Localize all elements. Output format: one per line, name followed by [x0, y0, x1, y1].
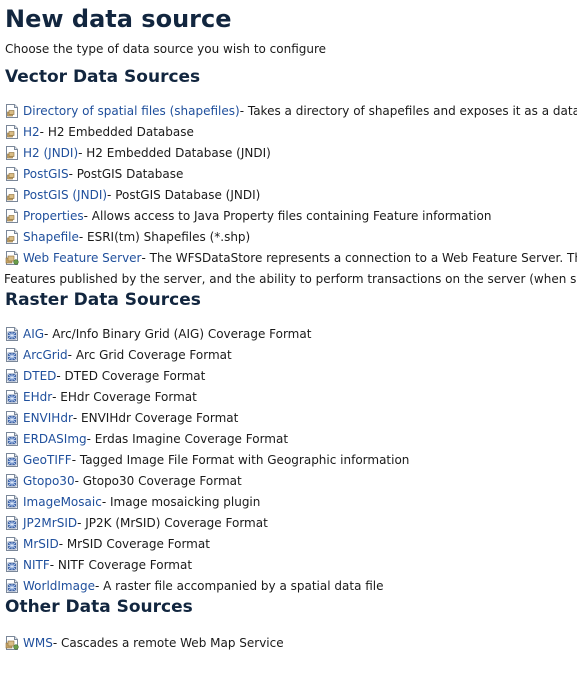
- raster-format-icon: [5, 494, 19, 509]
- raster-format-icon: [5, 347, 19, 362]
- source-description: - EHdr Coverage Format: [52, 389, 197, 404]
- other-sources-list: WMS - Cascades a remote Web Map Service: [5, 632, 577, 653]
- source-description: - ESRI(tm) Shapefiles (*.shp): [78, 229, 251, 244]
- list-item: H2 (JNDI) - H2 Embedded Database (JNDI): [5, 142, 577, 163]
- raster-sources-list: AIG - Arc/Info Binary Grid (AIG) Coverag…: [5, 323, 577, 596]
- vector-store-icon: [5, 208, 19, 223]
- source-description: - DTED Coverage Format: [56, 368, 206, 383]
- source-link-imagemosaic[interactable]: ImageMosaic: [23, 494, 102, 510]
- source-link-aig[interactable]: AIG: [23, 326, 44, 342]
- source-description: - Arc Grid Coverage Format: [67, 347, 232, 362]
- source-link-shapefile[interactable]: Shapefile: [23, 229, 79, 245]
- source-link-gtopo30[interactable]: Gtopo30: [23, 473, 75, 489]
- source-description: - PostGIS Database: [68, 166, 184, 181]
- raster-format-icon: [5, 473, 19, 488]
- raster-format-icon: [5, 515, 19, 530]
- source-link-worldimage[interactable]: WorldImage: [23, 578, 95, 594]
- list-item: DTED - DTED Coverage Format: [5, 365, 577, 386]
- source-description: - Image mosaicking plugin: [101, 494, 261, 509]
- vector-sources-list: Directory of spatial files (shapefiles) …: [4, 100, 577, 289]
- vector-store-icon: [5, 187, 19, 202]
- source-link-h2-jndi[interactable]: H2 (JNDI): [23, 145, 78, 161]
- source-link-ehdr[interactable]: EHdr: [23, 389, 52, 405]
- source-link-jp2mrsid[interactable]: JP2MrSID: [23, 515, 77, 531]
- vector-sources-heading: Vector Data Sources: [5, 67, 201, 87]
- vector-store-icon: [5, 145, 19, 160]
- raster-format-icon: [5, 410, 19, 425]
- source-description: - Gtopo30 Coverage Format: [74, 473, 242, 488]
- list-item: ENVIHdr - ENVIHdr Coverage Format: [5, 407, 577, 428]
- raster-format-icon: [5, 326, 19, 341]
- source-link-dted[interactable]: DTED: [23, 368, 56, 384]
- list-item: JP2MrSID - JP2K (MrSID) Coverage Format: [5, 512, 577, 533]
- source-description: - Arc/Info Binary Grid (AIG) Coverage Fo…: [44, 326, 312, 341]
- list-item: Shapefile - ESRI(tm) Shapefiles (*.shp): [5, 226, 577, 247]
- source-description: - Tagged Image File Format with Geograph…: [71, 452, 410, 467]
- list-item: Web Feature Server - The WFSDataStore re…: [4, 247, 577, 289]
- source-link-wms[interactable]: WMS: [23, 635, 53, 651]
- remote-store-icon: [5, 250, 19, 265]
- source-link-wfs[interactable]: Web Feature Server: [23, 250, 142, 266]
- source-description: - PostGIS Database (JNDI): [107, 187, 261, 202]
- source-link-mrsid[interactable]: MrSID: [23, 536, 59, 552]
- list-item: Directory of spatial files (shapefiles) …: [5, 100, 577, 121]
- list-item: Gtopo30 - Gtopo30 Coverage Format: [5, 470, 577, 491]
- source-link-postgis[interactable]: PostGIS: [23, 166, 69, 182]
- page-subtitle: Choose the type of data source you wish …: [5, 42, 327, 56]
- source-description-continued: Features published by the server, and th…: [4, 271, 577, 286]
- list-item: GeoTIFF - Tagged Image File Format with …: [5, 449, 577, 470]
- list-item: EHdr - EHdr Coverage Format: [5, 386, 577, 407]
- list-item: MrSID - MrSID Coverage Format: [5, 533, 577, 554]
- list-item: PostGIS (JNDI) - PostGIS Database (JNDI): [5, 184, 577, 205]
- raster-format-icon: [5, 431, 19, 446]
- raster-format-icon: [5, 452, 19, 467]
- raster-format-icon: [5, 557, 19, 572]
- vector-store-icon: [5, 124, 19, 139]
- new-data-source-page: New data source Choose the type of data …: [0, 0, 577, 653]
- list-item: ImageMosaic - Image mosaicking plugin: [5, 491, 577, 512]
- list-item: WorldImage - A raster file accompanied b…: [5, 575, 577, 596]
- list-item: H2 - H2 Embedded Database: [5, 121, 577, 142]
- list-item: NITF - NITF Coverage Format: [5, 554, 577, 575]
- source-description: - A raster file accompanied by a spatial…: [94, 578, 384, 593]
- source-description: - Allows access to Java Property files c…: [83, 208, 492, 223]
- source-link-envihdr[interactable]: ENVIHdr: [23, 410, 73, 426]
- vector-store-icon: [5, 229, 19, 244]
- source-description: - NITF Coverage Format: [49, 557, 193, 572]
- source-link-erdasimg[interactable]: ERDASImg: [23, 431, 87, 447]
- raster-format-icon: [5, 536, 19, 551]
- source-link-postgis-jndi[interactable]: PostGIS (JNDI): [23, 187, 107, 203]
- source-link-properties[interactable]: Properties: [23, 208, 84, 224]
- source-link-directory[interactable]: Directory of spatial files (shapefiles): [23, 103, 240, 119]
- source-link-nitf[interactable]: NITF: [23, 557, 50, 573]
- source-description: - ENVIHdr Coverage Format: [72, 410, 239, 425]
- source-description: - The WFSDataStore represents a connecti…: [141, 250, 577, 265]
- list-item: WMS - Cascades a remote Web Map Service: [5, 632, 577, 653]
- vector-store-icon: [5, 103, 19, 118]
- raster-format-icon: [5, 389, 19, 404]
- source-link-h2[interactable]: H2: [23, 124, 40, 140]
- list-item: PostGIS - PostGIS Database: [5, 163, 577, 184]
- vector-store-icon: [5, 166, 19, 181]
- source-description: - H2 Embedded Database (JNDI): [78, 145, 271, 160]
- source-link-geotiff[interactable]: GeoTIFF: [23, 452, 72, 468]
- source-description: - Takes a directory of shapefiles and ex…: [239, 103, 577, 118]
- raster-format-icon: [5, 578, 19, 593]
- other-sources-heading: Other Data Sources: [5, 597, 193, 617]
- source-description: - JP2K (MrSID) Coverage Format: [77, 515, 268, 530]
- source-description: - Erdas Imagine Coverage Format: [86, 431, 289, 446]
- raster-format-icon: [5, 368, 19, 383]
- source-description: - MrSID Coverage Format: [58, 536, 210, 551]
- source-description: - H2 Embedded Database: [39, 124, 194, 139]
- list-item: AIG - Arc/Info Binary Grid (AIG) Coverag…: [5, 323, 577, 344]
- source-link-arcgrid[interactable]: ArcGrid: [23, 347, 68, 363]
- raster-sources-heading: Raster Data Sources: [5, 290, 201, 310]
- source-description: - Cascades a remote Web Map Service: [52, 635, 284, 650]
- remote-service-icon: [5, 635, 19, 650]
- list-item: ERDASImg - Erdas Imagine Coverage Format: [5, 428, 577, 449]
- list-item: Properties - Allows access to Java Prope…: [5, 205, 577, 226]
- list-item: ArcGrid - Arc Grid Coverage Format: [5, 344, 577, 365]
- page-title: New data source: [5, 5, 232, 33]
